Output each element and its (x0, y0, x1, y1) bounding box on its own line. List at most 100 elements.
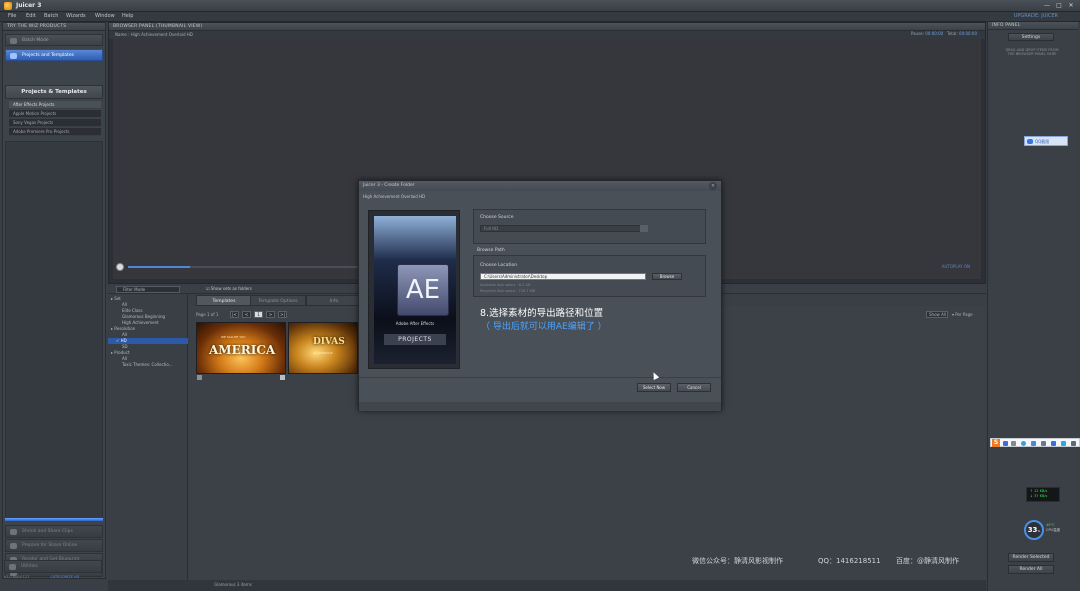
tree-node[interactable]: SD (122, 344, 128, 349)
dialog-divider (359, 377, 721, 378)
tree-node[interactable]: All (122, 356, 127, 361)
render-all-button[interactable]: Render All (1008, 565, 1054, 574)
menu-edit[interactable]: Edit (26, 13, 36, 19)
menu-batch[interactable]: Batch (44, 13, 58, 19)
sidebar-item-premiere-pro[interactable]: Adobe Premiere Pro Projects (9, 128, 101, 136)
ime-keyboard-icon[interactable] (1041, 441, 1046, 446)
minimize-button[interactable]: — (1042, 2, 1052, 10)
window-title: Juicer 3 (16, 2, 42, 9)
tree-node[interactable]: All (122, 332, 127, 337)
sidebar-item-sony-vegas[interactable]: Sony Vegas Projects (9, 119, 101, 127)
qq-icon (1027, 139, 1033, 144)
categorize-link[interactable]: CATEGORIZE HD (50, 575, 79, 579)
last-page-button[interactable]: >| (278, 311, 287, 318)
tab-template-options[interactable]: Template Options (250, 295, 306, 306)
page-1-button[interactable]: 1 (254, 311, 263, 318)
tab-templates[interactable]: Templates (196, 295, 252, 306)
tree-node[interactable]: ▸ Resolution (111, 326, 135, 331)
ime-mic-icon[interactable] (1031, 441, 1036, 446)
tutorial-annotation: 8.选择素材的导出路径和位置 (480, 308, 604, 319)
ime-menu-icon[interactable] (1071, 441, 1076, 446)
settings-button[interactable]: Settings (1008, 33, 1054, 41)
cpu-temp-label: CPU温度 (1046, 528, 1061, 532)
template-thumbnail[interactable]: DIVAS GLAMOROUS (288, 322, 358, 374)
title-bar: Juicer 3 — □ ✕ (0, 0, 1080, 12)
tab-info[interactable]: Info (306, 295, 362, 306)
ae-projects-label: PROJECTS (384, 334, 446, 345)
upgrade-link[interactable]: UPGRADE: JUICER (1014, 13, 1058, 19)
autoplay-toggle[interactable]: AUTOPLAY ON (942, 264, 970, 269)
thumbnail-check-icon[interactable] (197, 375, 202, 380)
ae-badge-icon (280, 375, 285, 380)
location-input[interactable]: C:\Users\Administrator\Desktop (480, 273, 646, 280)
tree-node[interactable]: ▸ Product (111, 350, 129, 355)
cpu-usage-gauge: 33% (1024, 520, 1044, 540)
choose-location-group: Choose Location C:\Users\Administrator\D… (473, 255, 706, 297)
menu-wizards[interactable]: Wizards (66, 13, 86, 19)
show-folders-checkbox[interactable]: ☑ Show sets as folders (206, 286, 252, 291)
prepare-share-button[interactable]: Prepare for Share Online (5, 539, 103, 552)
render-selected-button[interactable]: Render Selected (1008, 553, 1054, 562)
ime-skin-icon[interactable] (1061, 441, 1066, 446)
filter-mode-select[interactable]: Filter Mode (116, 286, 180, 293)
browse-button[interactable]: Browse (652, 273, 682, 280)
section-title[interactable]: Projects & Templates (5, 85, 103, 99)
ime-chinese-icon[interactable] (1003, 441, 1008, 446)
total-label: Total: (947, 31, 958, 36)
next-page-button[interactable]: > (266, 311, 275, 318)
projects-templates-button[interactable]: Projects and Templates (5, 49, 103, 61)
maximize-button[interactable]: □ (1054, 2, 1064, 10)
utilities-label: Utilities (21, 564, 38, 569)
status-text: Glamorous 3 items (214, 582, 252, 587)
required-space: Required disk space : 728.7 MB (480, 289, 536, 293)
utilities-icon (9, 564, 16, 570)
dialog-close-icon[interactable]: × (709, 182, 717, 190)
batch-mode-button[interactable]: Batch Mode (5, 34, 103, 46)
viewer-times: Pause: 00:00:00 Total: 00:00:00 (911, 31, 977, 36)
show-all-select[interactable]: Show All (926, 311, 948, 318)
first-page-button[interactable]: |< (230, 311, 239, 318)
choose-source-label: Choose Source (480, 215, 514, 220)
qq-screenshot-button[interactable]: QQ截图 (1024, 136, 1068, 146)
shrink-share-button[interactable]: Shrink and Share Clips (5, 525, 103, 538)
select-now-button[interactable]: Select Now (637, 383, 671, 392)
choose-source-group: Choose Source Full HD (473, 209, 706, 244)
sogou-ime-icon[interactable]: S (992, 439, 1000, 447)
right-panel-header: INFO PANEL (988, 22, 1078, 30)
tree-node[interactable]: All (122, 302, 127, 307)
viewer-header: BROWSER PANEL (THUMBNAIL VIEW) (109, 23, 985, 31)
tree-node[interactable]: ▸ Set (111, 296, 121, 301)
sidebar-item-after-effects[interactable]: After Effects Projects (9, 101, 101, 109)
tree-node[interactable]: Toxic Themes: Collectio... (122, 362, 173, 367)
ime-user-icon[interactable] (1051, 441, 1056, 446)
prev-page-button[interactable]: < (242, 311, 251, 318)
source-select[interactable]: Full HD (480, 225, 648, 232)
utilities-button[interactable]: Utilities (4, 560, 102, 573)
tutorial-annotation-sub: （ 导出后就可以用AE编辑了 ） (481, 322, 607, 332)
sidebar-item-apple-motion[interactable]: Apple Motion Projects (9, 110, 101, 118)
tree-node-selected[interactable]: ✓ HD (108, 338, 188, 344)
cpu-temp: 49°C CPU温度 (1046, 523, 1060, 533)
cancel-button[interactable]: Cancel (677, 383, 711, 392)
ime-emoji-icon[interactable] (1021, 441, 1026, 446)
template-thumbnail[interactable]: WE SALUTE YOU AMERICA (196, 322, 286, 374)
available-space: Available disk space : 8.2 GB (480, 283, 531, 287)
ime-punct-icon[interactable] (1011, 441, 1016, 446)
left-panel: TRY THE WIZ PRODUCTS Batch Mode Projects… (2, 22, 106, 579)
create-folder-dialog: Juicer 3 - Create Folder × High Achievem… (358, 180, 722, 411)
chevron-down-icon[interactable] (640, 225, 648, 232)
tree-node[interactable]: High Achievement (122, 320, 159, 325)
dialog-subtitle: High Achievement Overlaid HD (363, 194, 426, 199)
tree-node[interactable]: Glamorous Beginning (122, 314, 165, 319)
menu-file[interactable]: File (8, 13, 16, 19)
play-button[interactable] (116, 263, 124, 271)
close-button[interactable]: ✕ (1066, 2, 1076, 10)
pause-label: Pause: (910, 31, 924, 36)
seek-progress[interactable] (128, 266, 190, 268)
dialog-title: Juicer 3 - Create Folder (359, 181, 721, 191)
tree-node[interactable]: Elite Class (122, 308, 143, 313)
watermark-wechat: 微信公众号：静清风影视制作 (692, 557, 783, 565)
menu-help[interactable]: Help (122, 13, 133, 19)
menu-window[interactable]: Window (95, 13, 115, 19)
thumbnail-title: AMERICA (209, 343, 276, 357)
